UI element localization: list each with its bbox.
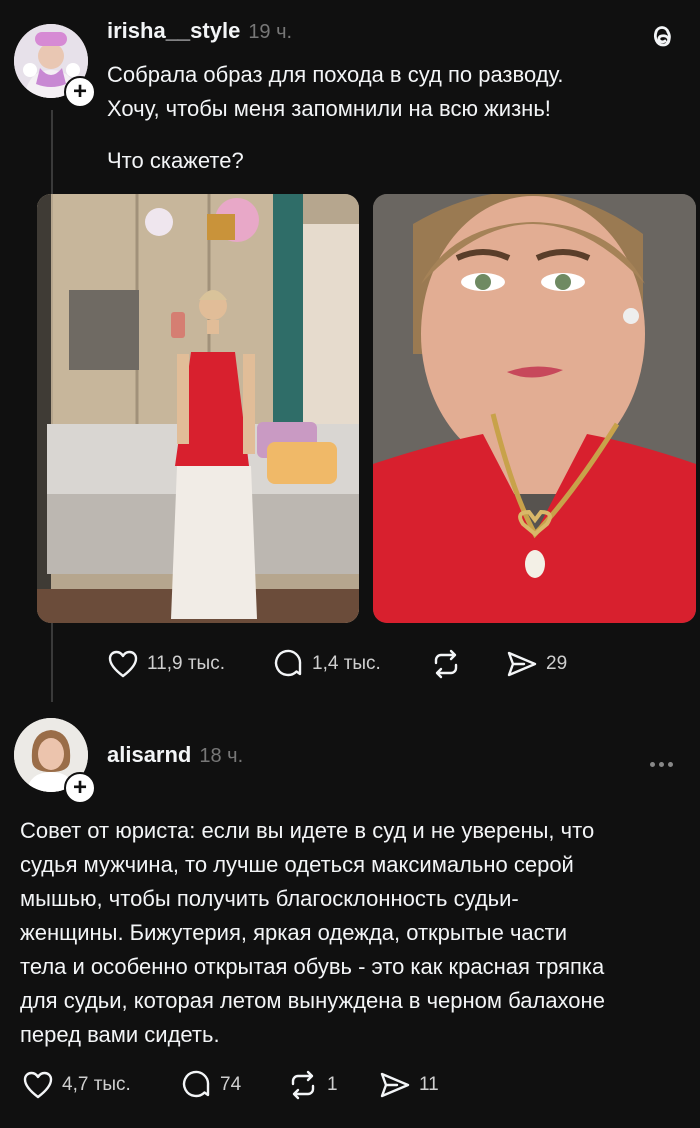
comment-text-line: для судьи, которая летом вынуждена в чер… <box>20 988 605 1013</box>
comment-count: 74 <box>220 1074 242 1095</box>
speech-bubble-icon <box>182 1070 210 1098</box>
post-text-line: Собрала образ для похода в суд по развод… <box>107 62 564 87</box>
comment-text-line: перед вами сидеть. <box>20 1022 220 1047</box>
like-button[interactable]: 11,9 тыс. <box>107 649 225 679</box>
follow-plus-button[interactable]: + <box>64 772 96 804</box>
username[interactable]: alisarnd <box>107 742 191 768</box>
post-photo-outfit[interactable] <box>37 194 359 623</box>
threads-icon[interactable] <box>646 20 678 57</box>
like-count: 4,7 тыс. <box>62 1074 131 1095</box>
repost-button[interactable] <box>430 649 462 679</box>
post-header: alisarnd 18 ч. <box>107 742 243 768</box>
repost-icon <box>291 1070 315 1100</box>
share-button[interactable]: 29 <box>506 649 567 679</box>
comment-text-line: судья мужчина, то лучше одеться максимал… <box>20 852 574 877</box>
comment-button[interactable]: 1,4 тыс. <box>274 649 381 679</box>
post-time: 19 ч. <box>248 21 293 43</box>
comment-count: 1,4 тыс. <box>312 653 381 674</box>
post-text: Собрала образ для похода в суд по развод… <box>107 58 563 178</box>
comment-text-line: мышью, чтобы получить благосклонность су… <box>20 886 519 911</box>
follow-plus-button[interactable]: + <box>64 76 96 108</box>
repost-icon <box>434 649 458 679</box>
post-time: 18 ч. <box>199 745 244 767</box>
share-button[interactable]: 11 <box>379 1070 439 1100</box>
more-dots-icon[interactable] <box>650 754 677 772</box>
repost-count: 1 <box>327 1074 338 1095</box>
repost-button[interactable]: 1 <box>287 1070 338 1100</box>
comment-text-line: женщины. Бижутерия, яркая одежда, открыт… <box>20 920 568 945</box>
post-header: irisha__style 19 ч. <box>107 18 292 44</box>
post-text-line: Хочу, чтобы меня запомнили на всю жизнь! <box>107 96 551 121</box>
comment-text-line: тела и особенно открытая обувь - это как… <box>20 954 605 979</box>
post-photo-portrait[interactable] <box>373 194 696 623</box>
send-icon <box>507 651 537 677</box>
share-count: 11 <box>419 1074 439 1095</box>
username[interactable]: irisha__style <box>107 18 240 44</box>
send-icon <box>380 1072 410 1098</box>
post-text-line: Что скажете? <box>107 148 244 173</box>
heart-icon <box>23 1071 53 1099</box>
share-count: 29 <box>546 653 568 674</box>
like-button[interactable]: 4,7 тыс. <box>22 1070 131 1100</box>
speech-bubble-icon <box>274 649 302 677</box>
like-count: 11,9 тыс. <box>147 653 225 674</box>
outfit-photo-image <box>37 194 359 623</box>
comment-button[interactable]: 74 <box>182 1070 241 1100</box>
heart-icon <box>108 650 138 678</box>
comment-text-line: Совет от юриста: если вы идете в суд и н… <box>20 818 595 843</box>
portrait-photo-image <box>373 194 696 623</box>
comment-text: Совет от юриста: если вы идете в суд и н… <box>20 814 690 1052</box>
